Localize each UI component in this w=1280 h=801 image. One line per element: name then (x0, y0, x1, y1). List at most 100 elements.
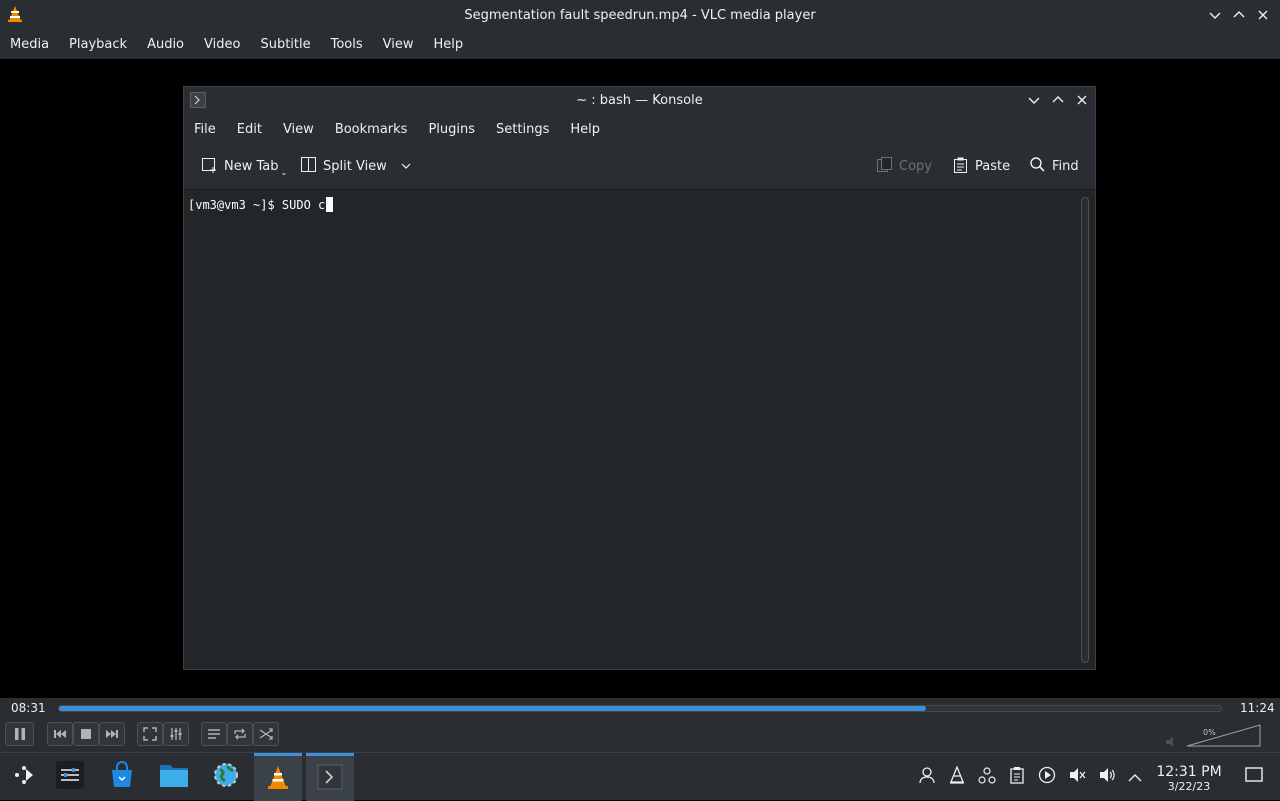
clock-time: 12:31 PM (1156, 764, 1222, 780)
shuffle-button[interactable] (253, 722, 279, 746)
show-desktop-icon (1245, 767, 1263, 787)
stop-button[interactable] (73, 722, 99, 746)
close-icon[interactable] (1254, 6, 1272, 24)
tray-media-player[interactable] (1037, 766, 1057, 787)
maximize-icon[interactable] (1049, 91, 1067, 109)
minimize-icon[interactable] (1206, 6, 1224, 24)
browser-icon (212, 761, 240, 793)
loop-icon (234, 728, 246, 740)
close-icon[interactable] (1073, 91, 1091, 109)
chevron-down-icon: ⌄ (280, 168, 288, 177)
terminal-area[interactable]: [vm3@vm3 ~]$ SUDO c (184, 191, 1080, 669)
tray-network[interactable] (977, 767, 997, 787)
new-tab-icon (201, 156, 218, 177)
konsole-menu-view[interactable]: View (283, 122, 314, 137)
konsole-menu-plugins[interactable]: Plugins (428, 122, 475, 137)
konsole-menu-bar: File Edit View Bookmarks Plugins Setting… (184, 114, 1095, 144)
vlc-cone-icon (6, 5, 24, 27)
vlc-icon (265, 764, 291, 794)
konsole-toolbar: New Tab ⌄ Split View Copy Paste Find (184, 144, 1095, 190)
volume-slider[interactable] (1186, 724, 1262, 752)
extended-settings-button[interactable] (163, 722, 189, 746)
equalizer-icon (170, 728, 182, 740)
menu-help[interactable]: Help (434, 37, 464, 52)
tray-expand[interactable] (1125, 767, 1145, 787)
text-cursor (326, 197, 334, 212)
copy-button[interactable]: Copy (876, 156, 932, 177)
konsole-title-bar: ~ : bash — Konsole (184, 87, 1095, 114)
loop-button[interactable] (227, 722, 253, 746)
seek-bar[interactable] (58, 705, 1222, 712)
speaker-icon[interactable] (1164, 734, 1178, 753)
stop-icon (81, 729, 91, 739)
konsole-menu-settings[interactable]: Settings (496, 122, 549, 137)
task-vlc[interactable] (254, 753, 302, 801)
typed-command: SUDO c (281, 198, 326, 212)
konsole-menu-file[interactable]: File (194, 122, 216, 137)
pause-button[interactable] (5, 722, 34, 746)
new-tab-label: New Tab (224, 159, 279, 174)
menu-tools[interactable]: Tools (331, 37, 363, 52)
shell-prompt: [vm3@vm3 ~]$ (188, 198, 282, 212)
volume-icon (1098, 766, 1116, 788)
show-desktop[interactable] (1244, 767, 1264, 787)
application-launcher[interactable] (0, 753, 48, 801)
konsole-menu-bookmarks[interactable]: Bookmarks (335, 122, 408, 137)
konsole-window-title: ~ : bash — Konsole (576, 93, 703, 108)
taskbar (0, 752, 1280, 801)
search-icon (1029, 156, 1046, 177)
menu-view[interactable]: View (383, 37, 414, 52)
clock-date: 3/22/23 (1167, 780, 1211, 793)
split-view-label: Split View (323, 159, 387, 174)
network-icon (978, 766, 996, 788)
split-view-button[interactable]: Split View (300, 156, 411, 177)
digital-clock[interactable]: 12:31 PM 3/22/23 (1152, 764, 1226, 793)
menu-playback[interactable]: Playback (69, 37, 127, 52)
paste-button[interactable]: Paste (952, 156, 1010, 177)
expand-tray-icon (1128, 768, 1142, 787)
maximize-icon[interactable] (1230, 6, 1248, 24)
konsole-app-icon (190, 92, 206, 112)
task-file-manager[interactable] (150, 753, 198, 801)
skip-forward-icon (106, 730, 118, 738)
konsole-menu-help[interactable]: Help (570, 122, 600, 137)
tray-clipboard[interactable] (1007, 767, 1027, 787)
menu-video[interactable]: Video (204, 37, 240, 52)
skip-back-icon (54, 730, 66, 738)
find-label: Find (1052, 159, 1079, 174)
tray-user[interactable] (917, 767, 937, 787)
menu-audio[interactable]: Audio (147, 37, 184, 52)
discover-store-icon (108, 761, 136, 793)
fullscreen-button[interactable] (137, 722, 163, 746)
minimize-icon[interactable] (1025, 91, 1043, 109)
paste-label: Paste (975, 159, 1011, 174)
playlist-button[interactable] (201, 722, 227, 746)
system-settings-icon (55, 760, 85, 794)
terminal-scrollbar[interactable] (1081, 197, 1089, 663)
clipboard-icon (1008, 766, 1026, 788)
vlc-menu-bar: Media Playback Audio Video Subtitle Tool… (0, 30, 1280, 59)
chevron-down-icon[interactable] (401, 159, 411, 174)
time-elapsed: 08:31 (11, 701, 46, 715)
konsole-window: ~ : bash — Konsole File Edit View Bookma… (183, 86, 1096, 670)
copy-icon (876, 156, 893, 177)
seek-bar-fill (59, 706, 926, 711)
task-konsole[interactable] (306, 753, 354, 801)
tray-volume[interactable] (1097, 767, 1117, 787)
konsole-menu-edit[interactable]: Edit (237, 122, 262, 137)
task-browser[interactable] (202, 753, 250, 801)
task-discover[interactable] (98, 753, 146, 801)
new-tab-button[interactable]: New Tab ⌄ (201, 156, 287, 177)
konsole-icon (317, 764, 343, 794)
find-button[interactable]: Find (1029, 156, 1079, 177)
tray-vlc[interactable] (947, 765, 967, 788)
file-manager-icon (159, 762, 189, 792)
menu-media[interactable]: Media (10, 37, 49, 52)
previous-button[interactable] (47, 722, 73, 746)
playlist-icon (208, 729, 220, 739)
task-system-settings[interactable] (46, 753, 94, 801)
menu-subtitle[interactable]: Subtitle (260, 37, 310, 52)
tray-mute[interactable] (1067, 767, 1087, 787)
next-button[interactable] (99, 722, 125, 746)
vlc-tray-icon (948, 765, 966, 788)
